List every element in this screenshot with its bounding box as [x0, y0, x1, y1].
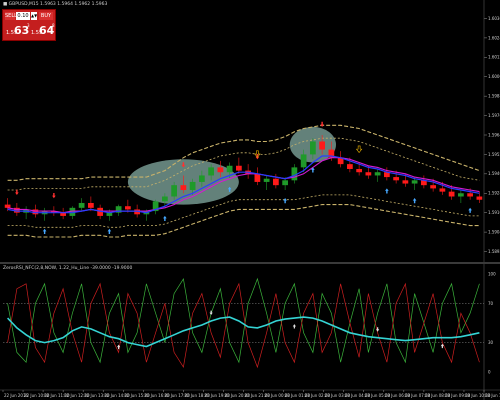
one-click-trading-panel: SELL 0.10 ▲▼ BUY 1.59 63 3 1.59 64 8	[2, 9, 56, 41]
sell-price-button[interactable]: 1.59 63 3	[6, 22, 30, 38]
price-axis-label: 1.5952	[488, 152, 500, 157]
up-arrow-icon	[468, 207, 472, 213]
main-chart-title: ■ GBPUSD,M15 1.5963 1.5964 1.5962 1.5963	[3, 2, 108, 7]
candle-body	[199, 175, 205, 182]
rsi-red-line	[7, 282, 480, 369]
candle-body	[282, 180, 288, 186]
candle-body	[356, 168, 362, 173]
candle-body	[365, 172, 372, 176]
candle-body	[171, 185, 177, 197]
candle-body	[263, 178, 270, 182]
down-arrow-icon	[320, 121, 324, 127]
candle-body	[347, 164, 353, 169]
price-axis: 1.6036 1.6024 1.6012 1.6000 1.5988 1.5976 1.59…	[484, 16, 500, 254]
oscillator-subwindow[interactable]: 100 70 30 0 22 Jun 201622 Jun 10:0022 Jun 11…	[0, 264, 500, 400]
down-arrow-icon	[15, 189, 19, 195]
buy-price-sup: 8	[52, 23, 55, 28]
candle-body	[467, 193, 473, 197]
down-arrow-icon	[52, 193, 56, 199]
ma-magenta-line	[7, 157, 480, 214]
price-axis-label: 1.6024	[488, 35, 500, 40]
price-axis-label: 1.5976	[488, 113, 500, 118]
oscillator-axis-label: 70	[488, 301, 494, 306]
candle-body	[319, 141, 325, 150]
buy-button[interactable]: BUY	[39, 12, 53, 20]
main-price-chart[interactable]: 1.6036 1.6024 1.6012 1.6000 1.5988 1.5976 1.59…	[0, 0, 500, 262]
candle-body	[88, 202, 94, 208]
candle-body	[254, 173, 261, 182]
up-arrow-icon	[107, 228, 112, 234]
candle-body	[217, 167, 224, 173]
candle-body	[476, 196, 483, 200]
candle-body	[189, 181, 196, 191]
band-outer-lower-line	[7, 204, 480, 238]
sell-price-sup: 3	[27, 23, 30, 28]
lot-size-input[interactable]: 0.10	[16, 12, 30, 20]
time-axis-label: 23 Jun 11:00	[485, 393, 500, 398]
rsi-green-line	[7, 277, 480, 364]
oscillator-title: ZerosRSI_NFC(2,8,NOW, 1.22_Hu_Line -39.0…	[3, 266, 133, 271]
ma-blue-line	[7, 155, 480, 214]
price-axis-label: 1.5940	[488, 171, 500, 176]
oscillator-axis: 100 70 30 0	[488, 271, 496, 374]
sell-button[interactable]: SELL	[5, 12, 17, 20]
candle-body	[402, 180, 409, 184]
price-axis-label: 1.5916	[488, 210, 500, 215]
candle-body	[411, 180, 418, 184]
oscillator-axis-label: 0	[488, 369, 491, 374]
candle-body	[226, 165, 233, 173]
time-axis: 22 Jun 201622 Jun 10:0022 Jun 11:0022 Ju…	[0, 389, 500, 398]
oscillator-down-arrow-icon	[209, 310, 213, 316]
oscillator-axis-label: 30	[488, 340, 494, 345]
down-arrow-icon	[255, 154, 260, 160]
price-axis-label: 1.5904	[488, 230, 500, 235]
candle-body	[374, 172, 381, 176]
candle-body	[125, 206, 131, 210]
candle-body	[430, 185, 436, 189]
up-arrow-icon	[385, 188, 389, 194]
candle-body	[273, 178, 279, 186]
candle-body	[448, 191, 455, 197]
up-arrow-icon	[42, 228, 47, 234]
price-axis-label: 1.5928	[488, 191, 500, 196]
candle-body	[162, 196, 168, 202]
price-axis-label: 1.6000	[488, 74, 500, 79]
price-axis-label: 1.6012	[488, 55, 500, 60]
candle-body	[310, 141, 316, 155]
price-axis-label: 1.5988	[488, 94, 500, 99]
candle-body	[439, 188, 446, 192]
oscillator-axis-label: 100	[488, 271, 496, 276]
candle-body	[236, 165, 242, 171]
price-axis-label: 1.6036	[488, 16, 500, 21]
lot-spinner[interactable]: ▲▼	[31, 12, 37, 20]
price-axis-label: 1.5964	[488, 132, 500, 137]
candle-body	[78, 202, 85, 208]
candle-body	[458, 193, 464, 197]
price-axis-label: 1.5892	[488, 249, 500, 254]
up-arrow-icon	[412, 198, 417, 204]
up-arrow-icon	[283, 198, 287, 204]
candle-body	[180, 185, 187, 191]
signal-arrow-icon	[355, 145, 363, 154]
candle-body	[393, 177, 399, 181]
candle-body	[300, 154, 307, 168]
oscillator-up-arrow-icon	[292, 324, 296, 329]
up-arrow-icon	[163, 215, 167, 222]
candle-body	[4, 204, 11, 208]
candle-body	[208, 167, 214, 176]
buy-price-button[interactable]: 1.59 64 8	[31, 22, 55, 38]
